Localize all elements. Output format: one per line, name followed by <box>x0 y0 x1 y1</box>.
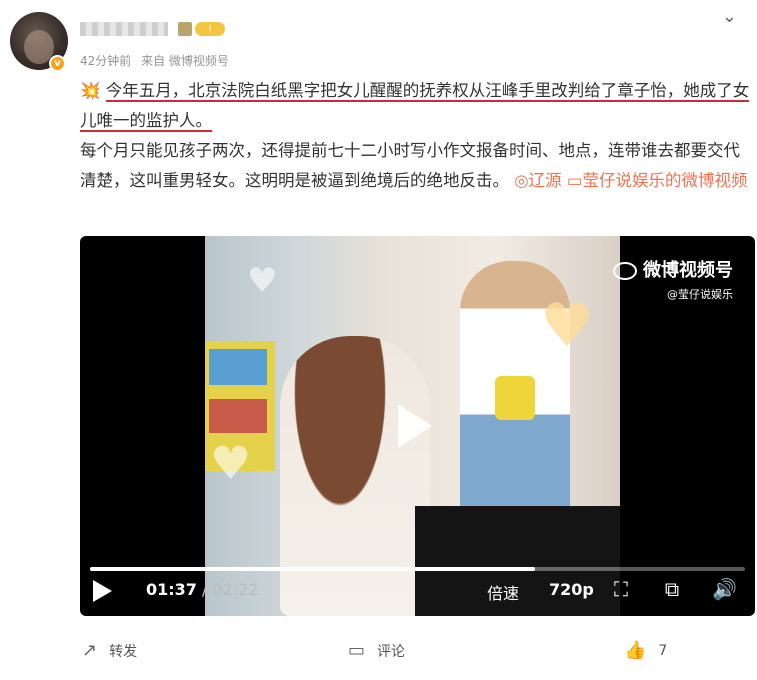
play-overlay-icon[interactable] <box>398 404 432 448</box>
post-meta: 42分钟前 来自 微博视频号 <box>80 52 235 69</box>
comment-icon: ▭ <box>348 640 366 661</box>
highlighted-text: 今年五月，北京法院白纸黑字把女儿醒醒的抚养权从汪峰手里改判给了章子怡，她成了女儿… <box>80 81 750 132</box>
user-badges: I <box>178 22 225 36</box>
shirt-print <box>495 376 535 420</box>
weibo-icon <box>613 262 637 280</box>
thumbs-up-icon: 👍 <box>624 640 647 661</box>
post-source: 来自 微博视频号 <box>141 54 229 68</box>
explosion-emoji: 💥 <box>80 81 101 100</box>
progress-bar[interactable] <box>90 567 745 571</box>
post-text: 💥 今年五月，北京法院白纸黑字把女儿醒醒的抚养权从汪峰手里改判给了章子怡，她成了… <box>80 76 755 196</box>
heart-icon: ♥ <box>540 291 594 361</box>
location-link[interactable]: ◎辽源 <box>514 171 561 190</box>
heart-icon: ♥ <box>247 261 278 301</box>
member-icon <box>178 22 192 36</box>
speed-button[interactable]: 倍速 <box>487 580 519 604</box>
video-controls: 01:37 / 02:22 倍速 720p ⛶ ⧉ 🔊 <box>80 572 755 608</box>
progress-fill <box>90 567 536 571</box>
share-icon: ↗ <box>82 640 98 661</box>
like-button[interactable]: 👍 7 <box>624 640 667 661</box>
repost-button[interactable]: ↗ 转发 <box>82 640 137 661</box>
heart-icon: ♥ <box>210 436 252 490</box>
play-icon[interactable] <box>93 580 112 602</box>
time-display: 01:37 / 02:22 <box>146 580 259 599</box>
rank-badge: I <box>195 22 225 36</box>
fullscreen-icon[interactable]: ⛶ <box>610 578 632 600</box>
author-video-link[interactable]: ▭莹仔说娱乐的微博视频 <box>567 171 748 190</box>
chevron-down-icon[interactable]: ⌄ <box>722 6 737 27</box>
time-current: 01:37 <box>146 580 197 599</box>
volume-icon[interactable]: 🔊 <box>712 578 737 600</box>
weibo-watermark: 微博视频号 @莹仔说娱乐 <box>613 256 733 302</box>
quality-button[interactable]: 720p <box>549 580 594 599</box>
post-time[interactable]: 42分钟前 <box>80 54 131 68</box>
action-bar: ↗ 转发 ▭ 评论 👍 7 <box>0 640 757 666</box>
comment-button[interactable]: ▭ 评论 <box>348 640 405 661</box>
time-total: 02:22 <box>212 580 259 599</box>
video-player[interactable]: ♥ ♥ ♥ 微博视频号 @莹仔说娱乐 01:37 / 02:22 倍速 720p… <box>80 236 755 616</box>
verified-badge: v <box>49 55 66 72</box>
username-blurred[interactable] <box>80 22 168 36</box>
picture-in-picture-icon[interactable]: ⧉ <box>661 578 683 600</box>
